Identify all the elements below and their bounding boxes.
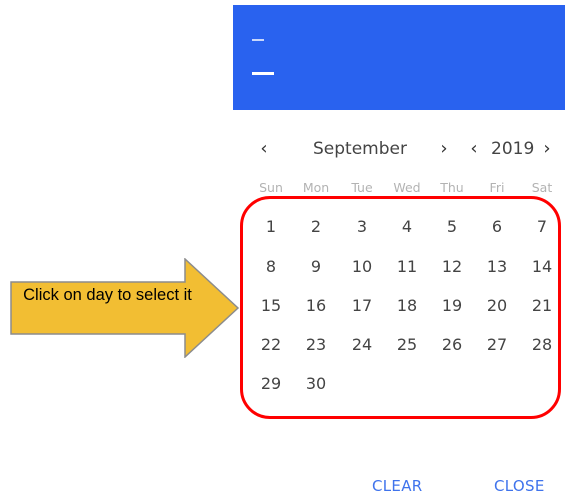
day-cell[interactable]: 30 (296, 370, 336, 398)
day-cell[interactable]: 2 (296, 213, 336, 241)
date-display-header (233, 5, 565, 110)
day-cell[interactable]: 7 (522, 213, 562, 241)
prev-month-icon[interactable]: ‹ (255, 137, 273, 161)
day-cell[interactable]: 6 (477, 213, 517, 241)
day-cell[interactable]: 3 (342, 213, 382, 241)
close-button[interactable]: CLOSE (494, 475, 545, 497)
day-cell[interactable]: 21 (522, 292, 562, 320)
day-cell[interactable]: 20 (477, 292, 517, 320)
year-label: 2019 (491, 139, 535, 159)
next-month-icon[interactable]: › (435, 137, 453, 161)
weekday-wed: Wed (393, 180, 421, 195)
day-cell[interactable]: 22 (251, 331, 291, 359)
day-cell[interactable]: 28 (522, 331, 562, 359)
day-cell[interactable]: 18 (387, 292, 427, 320)
day-cell[interactable]: 10 (342, 253, 382, 281)
day-cell[interactable]: 24 (342, 331, 382, 359)
day-cell[interactable]: 8 (251, 253, 291, 281)
day-cell[interactable]: 14 (522, 253, 562, 281)
callout-text: Click on day to select it (23, 286, 192, 304)
weekday-sat: Sat (531, 180, 553, 195)
day-cell[interactable]: 23 (296, 331, 336, 359)
day-cell[interactable]: 25 (387, 331, 427, 359)
day-cell[interactable]: 1 (251, 213, 291, 241)
day-cell[interactable]: 9 (296, 253, 336, 281)
weekday-tue: Tue (351, 180, 373, 195)
day-cell[interactable]: 16 (296, 292, 336, 320)
day-cell[interactable]: 29 (251, 370, 291, 398)
day-cell[interactable]: 15 (251, 292, 291, 320)
weekday-thu: Thu (440, 180, 464, 195)
day-cell[interactable]: 27 (477, 331, 517, 359)
day-cell[interactable]: 5 (432, 213, 472, 241)
year-placeholder-dash (252, 39, 264, 41)
prev-year-icon[interactable]: ‹ (465, 137, 483, 161)
weekday-sun: Sun (259, 180, 283, 195)
day-cell[interactable]: 26 (432, 331, 472, 359)
day-cell[interactable]: 17 (342, 292, 382, 320)
clear-button[interactable]: CLEAR (372, 475, 423, 497)
callout-arrow-shape (10, 258, 240, 358)
weekday-fri: Fri (489, 180, 505, 195)
next-year-icon[interactable]: › (538, 137, 556, 161)
callout-arrow-icon (10, 258, 240, 358)
day-cell[interactable]: 13 (477, 253, 517, 281)
day-cell[interactable]: 4 (387, 213, 427, 241)
date-placeholder-dash (252, 72, 274, 75)
day-cell[interactable]: 12 (432, 253, 472, 281)
month-label: September (313, 139, 407, 159)
day-cell[interactable]: 11 (387, 253, 427, 281)
day-cell[interactable]: 19 (432, 292, 472, 320)
weekday-mon: Mon (302, 180, 330, 195)
